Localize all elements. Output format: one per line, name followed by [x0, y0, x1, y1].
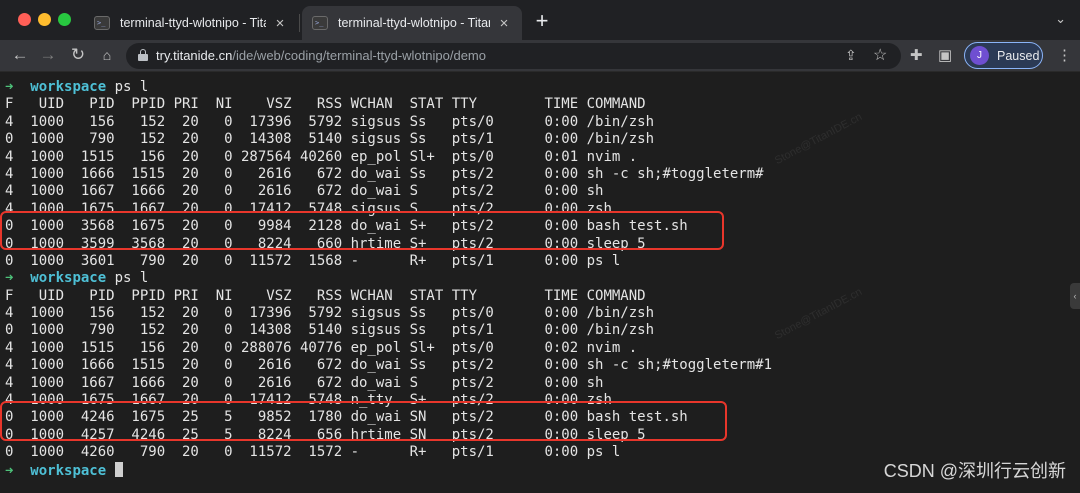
terminal-line: F UID PID PPID PRI NI VSZ RSS WCHAN STAT… — [5, 96, 646, 113]
terminal-line: 4 1000 156 152 20 0 17396 5792 sigsus Ss… — [5, 113, 655, 130]
new-tab-button[interactable]: + — [530, 9, 554, 33]
prompt-command: ps l — [106, 270, 149, 287]
terminal-line: 0 1000 790 152 20 0 14308 5140 sigsus Ss… — [5, 131, 655, 148]
profile-paused-button[interactable]: J Paused — [964, 42, 1043, 69]
terminal-line: 4 1000 1666 1515 20 0 2616 672 do_wai Ss… — [5, 357, 773, 374]
url-host: try.titanide.cn — [156, 48, 233, 63]
maximize-window-button[interactable] — [58, 13, 71, 26]
prompt-directory: workspace — [30, 270, 107, 287]
lock-icon[interactable] — [138, 49, 148, 61]
browser-toolbar: ← → ↻ ⌂ try.titanide.cn/ide/web/coding/t… — [0, 40, 1080, 72]
prompt-arrow-icon: ➜ — [5, 79, 14, 95]
prompt-arrow-icon: ➜ — [5, 270, 14, 287]
terminal-line: 0 1000 3601 790 20 0 11572 1568 - R+ pts… — [5, 252, 621, 269]
terminal-line: 0 1000 4260 790 20 0 11572 1572 - R+ pts… — [5, 444, 621, 461]
terminal-line: 4 1000 1667 1666 20 0 2616 672 do_wai S … — [5, 374, 604, 391]
terminal-cursor[interactable] — [114, 461, 123, 477]
tab-terminal-1[interactable]: >_ terminal-ttyd-wlotnipo - TitanIDE × — [84, 6, 298, 40]
profile-status-label: Paused — [997, 48, 1040, 63]
prompt-arrow-icon: ➜ — [5, 462, 14, 479]
side-panel-handle[interactable]: ‹ — [1070, 283, 1080, 309]
terminal-line: 4 1000 156 152 20 0 17396 5792 sigsus Ss… — [5, 305, 655, 322]
tab-strip: >_ terminal-ttyd-wlotnipo - TitanIDE × >… — [0, 0, 1080, 40]
terminal-line: 4 1000 1515 156 20 0 288076 40776 ep_pol… — [5, 339, 638, 356]
prompt-line: ➜ workspace ps l — [5, 270, 772, 287]
share-icon[interactable]: ⇪ — [845, 47, 857, 64]
side-panel-icon[interactable]: ▣ — [938, 46, 952, 64]
minimize-window-button[interactable] — [38, 13, 51, 26]
terminal-icon: >_ — [312, 16, 328, 30]
close-icon[interactable]: × — [272, 15, 288, 32]
home-icon[interactable]: ⌂ — [96, 44, 118, 66]
watermark: Stone@TitanIDE.cn — [772, 285, 865, 343]
reload-button[interactable]: ↻ — [67, 44, 89, 66]
tab-terminal-2[interactable]: >_ terminal-ttyd-wlotnipo - TitanIDE × — [302, 6, 522, 40]
prompt-directory: workspace — [30, 462, 107, 479]
prompt-directory: workspace — [30, 79, 107, 95]
terminal-line: 4 1000 1667 1666 20 0 2616 672 do_wai S … — [5, 183, 604, 200]
terminal-line: 0 1000 790 152 20 0 14308 5140 sigsus Ss… — [5, 322, 655, 339]
prompt-command: ps l — [106, 79, 149, 95]
close-icon[interactable]: × — [496, 15, 512, 32]
url-path: /ide/web/coding/terminal-ttyd-wlotnipo/d… — [232, 48, 486, 63]
terminal-viewport[interactable]: Stone@TitanIDE.cn Stone@TitanIDE.cn ➜ wo… — [0, 73, 1080, 493]
watermark: Stone@TitanIDE.cn — [772, 110, 865, 168]
url-text[interactable]: try.titanide.cn/ide/web/coding/terminal-… — [156, 48, 486, 63]
back-button[interactable]: ← — [9, 44, 31, 66]
prompt-line: ➜ workspace — [5, 461, 772, 479]
bookmark-star-icon[interactable]: ☆ — [873, 45, 887, 65]
highlight-annotation — [0, 401, 727, 441]
terminal-line: F UID PID PPID PRI NI VSZ RSS WCHAN STAT… — [5, 287, 646, 304]
terminal-line: 4 1000 1666 1515 20 0 2616 672 do_wai Ss… — [5, 165, 764, 182]
more-menu-icon[interactable]: ⋮ — [1057, 46, 1072, 64]
extensions-icon[interactable]: ✚ — [910, 46, 923, 64]
terminal-icon: >_ — [94, 16, 110, 30]
tab-divider — [299, 14, 300, 32]
terminal-line: 4 1000 1515 156 20 0 287564 40260 ep_pol… — [5, 148, 638, 165]
forward-button[interactable]: → — [37, 44, 59, 66]
close-window-button[interactable] — [18, 13, 31, 26]
tab-title: terminal-ttyd-wlotnipo - TitanIDE — [338, 16, 490, 30]
address-bar[interactable]: try.titanide.cn/ide/web/coding/terminal-… — [126, 43, 901, 69]
csdn-watermark: CSDN @深圳行云创新 — [883, 461, 1066, 481]
highlight-annotation — [0, 211, 724, 250]
avatar: J — [970, 46, 989, 65]
chevron-down-icon[interactable]: ⌄ — [1055, 11, 1066, 27]
prompt-line: ➜ workspace ps l — [5, 79, 772, 96]
tab-title: terminal-ttyd-wlotnipo - TitanIDE — [120, 16, 266, 30]
